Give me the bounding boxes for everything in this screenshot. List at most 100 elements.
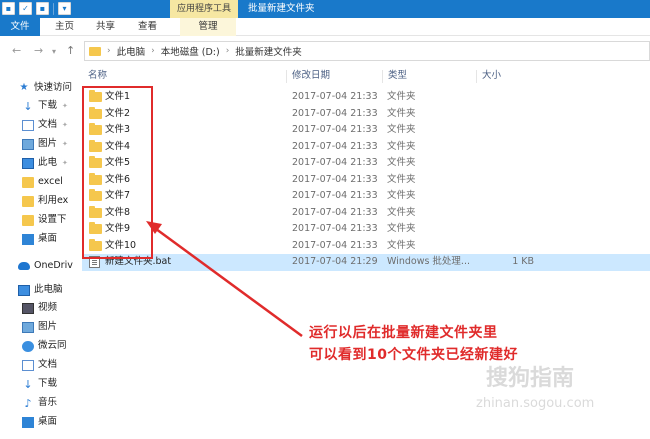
nav-desktop-quick[interactable]: 桌面 [22, 231, 78, 247]
nav-music[interactable]: ♪ 音乐 [22, 395, 78, 411]
file-type: 文件夹 [387, 190, 416, 201]
column-header-size[interactable]: 大小 [482, 66, 501, 86]
file-row[interactable]: 文件9 2017-07-04 21:33 文件夹 [82, 221, 650, 238]
file-date: 2017-07-04 21:33 [292, 239, 378, 251]
nav-desktop[interactable]: 桌面 [22, 414, 78, 430]
column-header-date[interactable]: 修改日期 [292, 66, 330, 86]
chevron-right-icon[interactable]: › [107, 46, 111, 56]
file-date: 2017-07-04 21:33 [292, 107, 378, 119]
up-arrow-icon[interactable]: ↑ [66, 44, 75, 57]
music-icon: ♪ [24, 396, 32, 410]
customize-dropdown-icon[interactable]: ▾ [58, 2, 71, 15]
forward-arrow-icon[interactable]: → [34, 44, 43, 57]
pin-icon: ✦ [62, 159, 68, 167]
navigation-bar: ← → ▾ ↑ › 此电脑 › 本地磁盘 (D:) › 批量新建文件夹 [0, 36, 650, 66]
file-row[interactable]: 文件4 2017-07-04 21:33 文件夹 [82, 139, 650, 156]
folder-icon [22, 214, 34, 226]
nav-weiyun-sync[interactable]: 微云同 [22, 338, 78, 354]
file-row[interactable]: 文件10 2017-07-04 21:33 文件夹 [82, 238, 650, 255]
file-date: 2017-07-04 21:33 [292, 157, 378, 168]
quick-access-toolbar: ▪ ✓ ▪ ▾ [2, 2, 71, 15]
breadcrumb-this-pc[interactable]: 此电脑 [117, 44, 146, 58]
nav-this-pc[interactable]: 此电脑 [18, 282, 74, 298]
pin-icon: ✦ [62, 102, 68, 110]
nav-folder-excel[interactable]: excel [22, 174, 78, 190]
back-arrow-icon[interactable]: ← [12, 44, 21, 57]
column-divider[interactable] [286, 70, 287, 83]
nav-quick-access[interactable]: ★ 快速访问 [18, 80, 74, 96]
column-divider[interactable] [382, 70, 383, 83]
nav-pc-documents[interactable]: 文档 [22, 357, 78, 373]
file-type: 文件夹 [387, 157, 416, 168]
file-type: Windows 批处理... [387, 256, 470, 267]
document-icon [22, 119, 34, 131]
annotation-line-1: 运行以后在批量新建文件夹里 [309, 325, 498, 341]
desktop-icon [22, 233, 34, 245]
file-row[interactable]: 文件1 2017-07-04 21:33 文件夹 [82, 89, 650, 106]
picture-icon [22, 138, 34, 150]
file-size: 1 KB [512, 256, 534, 267]
nav-folder-use-excel[interactable]: 利用ex [22, 193, 78, 209]
column-header-type[interactable]: 类型 [388, 66, 407, 86]
chevron-right-icon[interactable]: › [226, 46, 230, 56]
watermark-logo: 搜狗指南 [486, 366, 575, 391]
context-tab-app-tools[interactable]: 应用程序工具 [170, 0, 238, 18]
file-row[interactable]: 文件5 2017-07-04 21:33 文件夹 [82, 155, 650, 172]
file-type: 文件夹 [387, 206, 416, 218]
star-icon: ★ [19, 82, 29, 93]
file-row[interactable]: 文件6 2017-07-04 21:33 文件夹 [82, 172, 650, 189]
properties-icon[interactable]: ✓ [19, 2, 32, 15]
video-icon [22, 302, 34, 314]
computer-icon [22, 157, 34, 169]
folder-icon[interactable]: ▪ [2, 2, 15, 15]
file-type: 文件夹 [387, 107, 416, 119]
tab-file[interactable]: 文件 [0, 18, 40, 36]
folder-icon [22, 195, 34, 207]
column-header-name[interactable]: 名称 [88, 66, 107, 86]
chevron-right-icon[interactable]: › [151, 46, 155, 56]
breadcrumb-local-disk[interactable]: 本地磁盘 (D:) [161, 44, 220, 58]
title-bar: ▪ ✓ ▪ ▾ 应用程序工具 批量新建文件夹 [0, 0, 650, 18]
ribbon-tabs: 文件 主页 共享 查看 管理 [0, 18, 650, 36]
toolbar-separator [53, 2, 54, 15]
download-icon: ↓ [23, 99, 33, 113]
nav-documents[interactable]: 文档 ✦ [22, 117, 78, 133]
breadcrumb-current-folder[interactable]: 批量新建文件夹 [235, 44, 302, 58]
nav-folder-settings[interactable]: 设置下 [22, 212, 78, 228]
nav-downloads[interactable]: ↓ 下载 ✦ [22, 98, 78, 114]
file-date: 2017-07-04 21:33 [292, 190, 378, 201]
tab-share[interactable]: 共享 [96, 18, 115, 36]
file-row[interactable]: 文件7 2017-07-04 21:33 文件夹 [82, 188, 650, 205]
folder-icon [89, 46, 101, 56]
nav-this-pc-pinned[interactable]: 此电 ✦ [22, 155, 78, 171]
nav-pc-downloads[interactable]: ↓ 下载 [22, 376, 78, 392]
tab-manage[interactable]: 管理 [180, 18, 236, 36]
file-row[interactable]: 文件2 2017-07-04 21:33 文件夹 [82, 106, 650, 123]
nav-videos[interactable]: 视频 [22, 300, 78, 316]
file-date: 2017-07-04 21:33 [292, 223, 378, 234]
new-folder-icon[interactable]: ▪ [36, 2, 49, 15]
nav-pictures[interactable]: 图片 ✦ [22, 136, 78, 152]
weiyun-icon [22, 340, 34, 352]
file-type: 文件夹 [387, 91, 416, 102]
file-date: 2017-07-04 21:33 [292, 206, 378, 218]
nav-onedrive[interactable]: OneDriv [18, 258, 74, 274]
file-date: 2017-07-04 21:33 [292, 140, 378, 152]
nav-pc-pictures[interactable]: 图片 [22, 319, 78, 335]
recent-locations-chevron-icon[interactable]: ▾ [52, 47, 56, 56]
desktop-icon [22, 416, 34, 428]
address-bar[interactable]: › 此电脑 › 本地磁盘 (D:) › 批量新建文件夹 [84, 41, 650, 61]
file-date: 2017-07-04 21:33 [292, 124, 378, 135]
file-row[interactable]: 文件3 2017-07-04 21:33 文件夹 [82, 122, 650, 139]
file-row-selected[interactable]: 新建文件夹.bat 2017-07-04 21:29 Windows 批处理..… [82, 254, 650, 271]
column-divider[interactable] [476, 70, 477, 83]
folder-icon [22, 176, 34, 188]
computer-icon [18, 284, 30, 296]
tab-home[interactable]: 主页 [55, 18, 74, 36]
window-title: 批量新建文件夹 [248, 3, 315, 14]
navigation-pane: ★ 快速访问 ↓ 下载 ✦ 文档 ✦ 图片 ✦ 此电 ✦ excel 利用ex 设置下 … [0, 66, 80, 439]
tab-view[interactable]: 查看 [138, 18, 157, 36]
file-type: 文件夹 [387, 239, 416, 251]
file-list: 文件1 2017-07-04 21:33 文件夹 文件2 2017-07-04 … [82, 89, 650, 271]
file-row[interactable]: 文件8 2017-07-04 21:33 文件夹 [82, 205, 650, 222]
